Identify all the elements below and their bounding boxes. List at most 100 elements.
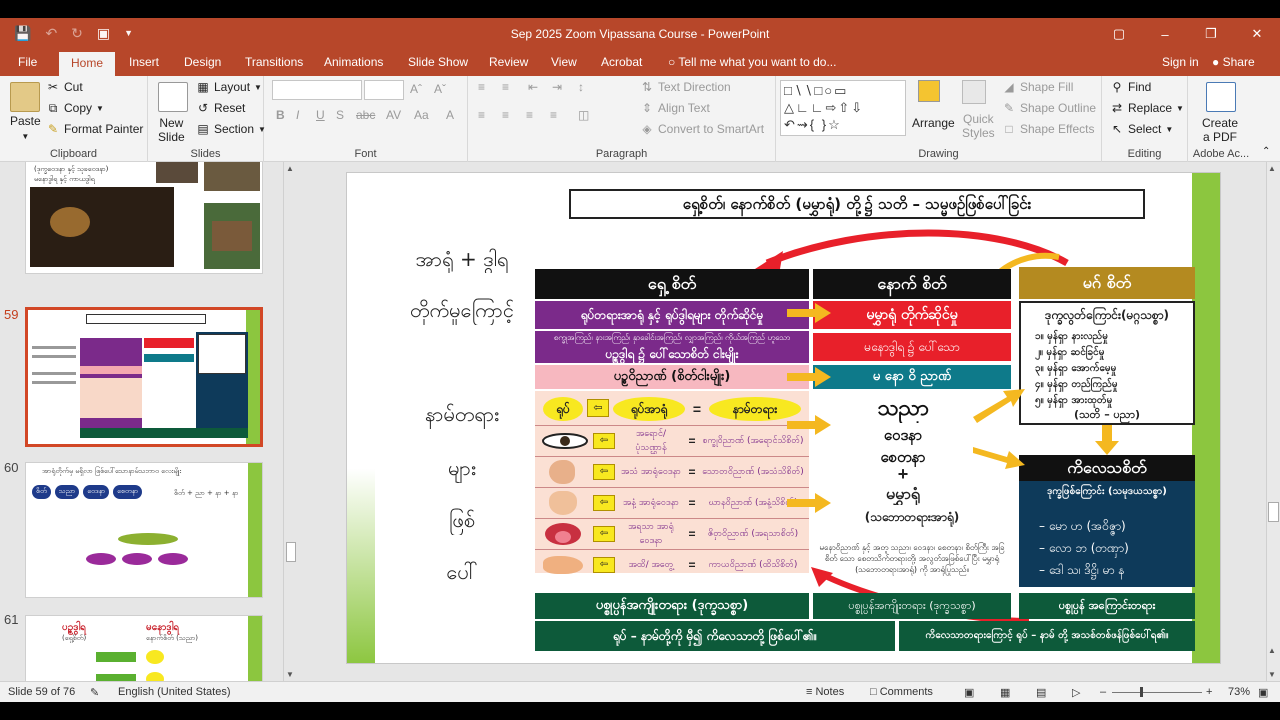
tab-slide-show[interactable]: Slide Show bbox=[408, 55, 468, 69]
normal-view-icon[interactable]: ▣ bbox=[964, 686, 974, 699]
shapes-gallery[interactable]: □∖∖□○▭ △∟∟⇨⇧⇩ ↶⇝{ }☆ bbox=[780, 80, 906, 136]
shape-effects-button[interactable]: □ Shape Effects bbox=[1002, 122, 1094, 136]
new-slide-icon[interactable] bbox=[158, 82, 188, 112]
create-pdf-button[interactable]: Create a PDF bbox=[1202, 116, 1238, 144]
arrange-button[interactable]: Arrange bbox=[912, 116, 955, 130]
slide-thumbnail-61[interactable]: ပဉ္စဒွါရ (ရှေ့စိတ်) မနောဒွါရ နောက်စိတ် (… bbox=[25, 615, 263, 681]
select-button[interactable]: ↖ Select ▼ bbox=[1110, 122, 1173, 136]
align-text-button[interactable]: ⇕ Align Text bbox=[640, 101, 710, 115]
slide-scroll-thumb[interactable] bbox=[1268, 502, 1279, 522]
reading-view-icon[interactable]: ▤ bbox=[1036, 686, 1046, 699]
col3-kilesa-list: – မော ဟ (အဝိဇ္ဇာ) – လော ဘ (တဏှာ) – ဒေါ သ… bbox=[1039, 515, 1129, 581]
tab-file[interactable]: File bbox=[18, 55, 37, 69]
create-pdf-icon[interactable] bbox=[1206, 82, 1236, 112]
increase-font-icon[interactable]: Aˆ bbox=[410, 82, 422, 96]
font-size-select[interactable] bbox=[364, 80, 404, 100]
bullets-icon[interactable]: ≡ bbox=[478, 80, 485, 94]
thumb61-green-bar bbox=[248, 616, 262, 681]
align-right-icon[interactable]: ≡ bbox=[526, 108, 533, 122]
slide-thumbnail-60[interactable]: အာရုံတိုက်မှ မရှိလာ ဖြစ်ပေါ်သောနာမ်သဘာဝ … bbox=[25, 462, 263, 598]
align-center-icon[interactable]: ≡ bbox=[502, 108, 509, 122]
decrease-indent-icon[interactable]: ⇤ bbox=[528, 80, 538, 94]
tell-me-search[interactable]: ○ Tell me what you want to do... bbox=[668, 55, 836, 69]
slide-sorter-icon[interactable]: ▦ bbox=[1000, 686, 1010, 699]
italic-icon[interactable]: I bbox=[296, 108, 299, 122]
zoom-slider[interactable] bbox=[1112, 687, 1202, 697]
collapse-ribbon-icon[interactable]: ⌃ bbox=[1262, 146, 1270, 157]
tab-insert[interactable]: Insert bbox=[129, 55, 159, 69]
section-button[interactable]: ▤ Section ▼ bbox=[196, 122, 266, 136]
notes-button[interactable]: ≡ Notes bbox=[806, 686, 844, 698]
tab-view[interactable]: View bbox=[551, 55, 577, 69]
comments-label: Comments bbox=[879, 686, 933, 698]
convert-smartart-button[interactable]: ◈ Convert to SmartArt bbox=[640, 122, 764, 136]
shape-fill-button[interactable]: ◢ Shape Fill bbox=[1002, 80, 1073, 94]
underline-icon[interactable]: U bbox=[316, 108, 325, 122]
shape-outline-button[interactable]: ✎ Shape Outline bbox=[1002, 101, 1096, 115]
slide-scrollbar[interactable]: ▲ ▲ ▼ bbox=[1266, 162, 1280, 681]
format-painter-button[interactable]: ✎ Format Painter bbox=[46, 122, 143, 136]
maximize-icon[interactable]: ❐ bbox=[1188, 18, 1234, 50]
font-family-select[interactable] bbox=[272, 80, 362, 100]
thumb59-col2 bbox=[144, 338, 194, 428]
text-direction-button[interactable]: ⇅ Text Direction bbox=[640, 80, 731, 94]
tab-animations[interactable]: Animations bbox=[324, 55, 383, 69]
replace-label: Replace bbox=[1128, 101, 1173, 115]
thumb61-right-title: မနောဒွါရ bbox=[146, 622, 180, 633]
layout-icon: ▦ bbox=[197, 80, 209, 94]
copy-label: Copy bbox=[64, 101, 93, 115]
zoom-level[interactable]: 73% bbox=[1228, 686, 1250, 698]
fit-to-window-icon[interactable]: ▣ bbox=[1258, 686, 1268, 699]
paste-button[interactable]: Paste ▼ bbox=[10, 114, 41, 141]
font-color-icon[interactable]: A bbox=[446, 108, 454, 122]
slideshow-icon[interactable]: ▷ bbox=[1072, 686, 1080, 699]
slide-thumbnail-58[interactable]: (ဒုက္ခဝေဒနာ နှင့် သုခဝေဒနာ) မနောဒွါရ နှင… bbox=[25, 162, 263, 274]
slide-thumbnail-59[interactable] bbox=[25, 307, 263, 447]
shadow-icon[interactable]: S bbox=[336, 108, 344, 122]
layout-button[interactable]: ▦ Layout ▼ bbox=[196, 80, 262, 94]
sense-arrow-icon: ⇦ bbox=[593, 433, 615, 449]
share-button[interactable]: ● Share bbox=[1212, 55, 1255, 69]
find-button[interactable]: ⚲ Find bbox=[1110, 80, 1152, 94]
bold-icon[interactable]: B bbox=[276, 108, 285, 122]
tab-home[interactable]: Home bbox=[59, 52, 116, 76]
char-spacing-icon[interactable]: AV bbox=[386, 108, 401, 122]
cut-button[interactable]: ✂ Cut bbox=[46, 80, 83, 94]
zoom-out-icon[interactable]: – bbox=[1100, 686, 1106, 698]
close-icon[interactable]: ✕ bbox=[1234, 18, 1280, 50]
decrease-font-icon[interactable]: Aˇ bbox=[434, 82, 446, 96]
tab-acrobat[interactable]: Acrobat bbox=[601, 55, 642, 69]
tab-review[interactable]: Review bbox=[489, 55, 528, 69]
copy-button[interactable]: ⧉ Copy ▼ bbox=[46, 101, 104, 115]
reset-button[interactable]: ↺ Reset bbox=[196, 101, 245, 115]
align-left-icon[interactable]: ≡ bbox=[478, 108, 485, 122]
zoom-in-icon[interactable]: + bbox=[1206, 686, 1212, 698]
paste-icon[interactable] bbox=[10, 82, 40, 112]
quick-styles-button[interactable]: Quick Styles bbox=[962, 112, 995, 140]
new-slide-button[interactable]: New Slide bbox=[158, 116, 185, 144]
arrange-icon[interactable] bbox=[918, 80, 940, 102]
strikethrough-icon[interactable]: abc bbox=[356, 108, 375, 122]
thumbnails-scrollbar[interactable]: ▲ ▼ bbox=[283, 162, 298, 681]
increase-indent-icon[interactable]: ⇥ bbox=[552, 80, 562, 94]
columns-icon[interactable]: ◫ bbox=[578, 108, 589, 122]
ribbon-display-icon[interactable]: ▢ bbox=[1096, 18, 1142, 50]
language-label[interactable]: English (United States) bbox=[118, 686, 231, 698]
comments-button[interactable]: □ Comments bbox=[870, 686, 933, 698]
thumbnails-scroll-thumb[interactable] bbox=[286, 542, 296, 562]
slide-canvas[interactable]: ရှေ့စိတ်၊ နောက်စိတ် (မမွှာရုံ) တို့၌ သတိ… bbox=[346, 172, 1221, 664]
sign-in-link[interactable]: Sign in bbox=[1162, 55, 1199, 69]
zoom-slider-thumb[interactable] bbox=[1140, 687, 1143, 697]
line-spacing-icon[interactable]: ↕ bbox=[578, 80, 584, 94]
spellcheck-icon[interactable]: ✎ bbox=[90, 686, 99, 699]
cut-label: Cut bbox=[64, 80, 83, 94]
minimize-icon[interactable]: – bbox=[1142, 18, 1188, 50]
justify-icon[interactable]: ≡ bbox=[550, 108, 557, 122]
tab-design[interactable]: Design bbox=[184, 55, 221, 69]
col3-path-item: ၃။ မှန်ရှာ အောက်မေ့မှု bbox=[1035, 363, 1117, 374]
tab-transitions[interactable]: Transitions bbox=[245, 55, 303, 69]
change-case-icon[interactable]: Aa bbox=[414, 108, 429, 122]
replace-button[interactable]: ⇄ Replace ▼ bbox=[1110, 101, 1184, 115]
numbering-icon[interactable]: ≡ bbox=[502, 80, 509, 94]
quick-styles-icon[interactable] bbox=[962, 80, 986, 104]
